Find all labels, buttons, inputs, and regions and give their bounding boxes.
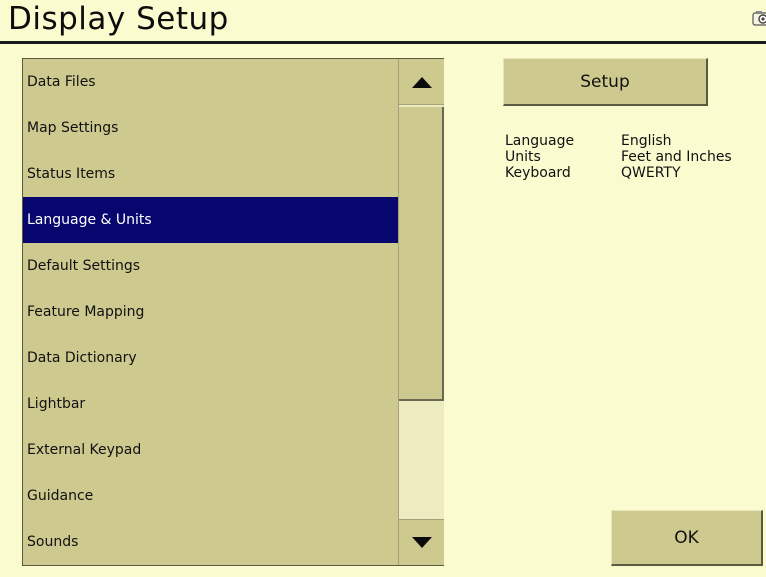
list-item-default-settings[interactable]: Default Settings (23, 243, 398, 289)
list-item-status-items[interactable]: Status Items (23, 151, 398, 197)
settings-list: Data Files Map Settings Status Items Lan… (22, 58, 444, 566)
triangle-up-icon (412, 77, 432, 88)
info-value: English (621, 133, 672, 149)
info-row-language: Language English (505, 133, 732, 149)
scroll-up-button[interactable] (399, 59, 444, 105)
list-item-data-files[interactable]: Data Files (23, 59, 398, 105)
camera-icon[interactable] (752, 10, 766, 26)
settings-summary: Language English Units Feet and Inches Key… (505, 133, 732, 181)
info-row-keyboard: Keyboard QWERTY (505, 165, 732, 181)
list-item-feature-mapping[interactable]: Feature Mapping (23, 289, 398, 335)
settings-list-items: Data Files Map Settings Status Items Lan… (23, 59, 398, 565)
list-item-lightbar[interactable]: Lightbar (23, 381, 398, 427)
list-item-language-units[interactable]: Language & Units (23, 197, 398, 243)
list-item-map-settings[interactable]: Map Settings (23, 105, 398, 151)
scroll-down-button[interactable] (399, 519, 444, 565)
scrollbar[interactable] (398, 59, 444, 565)
info-value: QWERTY (621, 165, 681, 181)
list-item-sounds[interactable]: Sounds (23, 519, 398, 565)
list-item-external-keypad[interactable]: External Keypad (23, 427, 398, 473)
title-bar: Display Setup (0, 0, 766, 44)
setup-button[interactable]: Setup (503, 58, 708, 106)
page-title: Display Setup (8, 1, 229, 37)
info-label: Keyboard (505, 165, 571, 181)
list-item-data-dictionary[interactable]: Data Dictionary (23, 335, 398, 381)
info-label: Language (505, 133, 575, 149)
triangle-down-icon (412, 537, 432, 548)
info-row-units: Units Feet and Inches (505, 149, 732, 165)
info-value: Feet and Inches (621, 149, 732, 165)
info-label: Units (505, 149, 541, 165)
list-item-guidance[interactable]: Guidance (23, 473, 398, 519)
scrollbar-thumb[interactable] (399, 107, 444, 401)
ok-button[interactable]: OK (611, 510, 763, 566)
